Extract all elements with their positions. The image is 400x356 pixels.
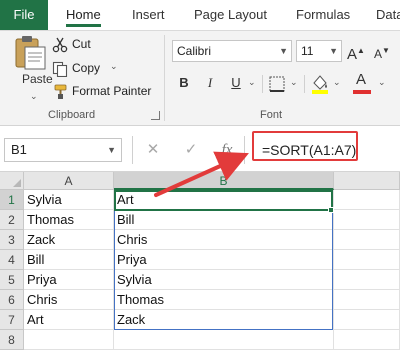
scissors-icon [52,37,68,53]
borders-icon[interactable] [268,75,286,93]
font-size-dropdown[interactable]: 11 ▼ [296,40,342,62]
chevron-down-icon: ▼ [107,145,116,155]
fill-handle[interactable] [328,207,334,213]
cell-c3[interactable] [334,230,400,250]
row-header-4[interactable]: 4 [0,250,24,270]
cell-c7[interactable] [334,310,400,330]
insert-function-button[interactable]: fx [216,136,238,164]
cell-a5[interactable]: Priya [24,270,114,290]
paste-label: Paste [22,72,53,86]
decrease-font-size-button[interactable]: A▼ [372,41,392,61]
tab-home[interactable]: Home [66,0,101,30]
decrease-font-icon: A [374,47,383,61]
cell-a7[interactable]: Art [24,310,114,330]
row-header-5[interactable]: 5 [0,270,24,290]
enter-icon[interactable]: ✓ [180,136,202,164]
formula-bar: B1 ▼ ✕ ✓ fx =SORT(A1:A7) [0,126,400,172]
font-name-dropdown[interactable]: Calibri ▼ [172,40,292,62]
tab-insert[interactable]: Insert [132,0,165,30]
column-header-a[interactable]: A [24,172,114,190]
divider [132,136,133,164]
underline-dropdown-icon[interactable]: ⌄ [248,77,256,88]
cell-c5[interactable] [334,270,400,290]
cell-a6[interactable]: Chris [24,290,114,310]
cell-c2[interactable] [334,210,400,230]
active-cell-border [114,190,333,211]
clipboard-dialog-launcher-icon[interactable] [151,111,160,120]
cell-c1[interactable] [334,190,400,210]
tab-file[interactable]: File [0,0,48,30]
cell-a8[interactable] [24,330,114,350]
italic-button[interactable]: I [200,73,220,93]
cancel-icon[interactable]: ✕ [142,136,164,164]
font-size-value: 11 [301,44,314,58]
copy-label: Copy [72,61,101,75]
row-header-3[interactable]: 3 [0,230,24,250]
paste-icon [15,36,46,70]
cell-a3[interactable]: Zack [24,230,114,250]
font-color-button[interactable]: A [352,71,372,95]
font-color-icon: A [356,71,367,88]
spill-range-border [114,190,333,330]
clipboard-group-label: Clipboard [48,109,96,121]
row-header-1[interactable]: 1 [0,190,24,210]
row-header-6[interactable]: 6 [0,290,24,310]
increase-font-size-button[interactable]: A▲ [346,41,366,63]
paste-dropdown-icon[interactable]: ⌄ [30,91,38,102]
copy-button[interactable]: Copy ⌄ [52,59,122,79]
column-header-c[interactable] [334,172,400,190]
fill-color-icon[interactable] [310,73,330,95]
tab-data[interactable]: Data [376,0,400,30]
divider [304,75,305,93]
copy-icon [52,61,68,77]
format-painter-label: Format Painter [72,84,152,98]
cell-a2[interactable]: Thomas [24,210,114,230]
name-box[interactable]: B1 ▼ [4,138,122,162]
font-group-label: Font [260,109,283,121]
ribbon-tab-bar: File Home Insert Page Layout Formulas Da… [0,0,400,30]
cell-b8[interactable] [114,330,334,350]
column-header-b[interactable]: B [114,172,334,190]
ribbon-home: Paste ⌄ Cut Copy ⌄ Format Painter Clipbo… [0,30,400,126]
select-all-button[interactable] [0,172,24,190]
cell-c6[interactable] [334,290,400,310]
cell-a1[interactable]: Sylvia [24,190,114,210]
fill-color-dropdown-icon[interactable]: ⌄ [333,77,341,88]
divider [244,136,245,164]
divider [262,75,263,93]
tab-formulas[interactable]: Formulas [296,0,350,30]
paintbrush-icon [54,84,67,99]
format-painter-button[interactable]: Format Painter [52,82,152,102]
font-name-value: Calibri [177,44,212,58]
font-color-dropdown-icon[interactable]: ⌄ [378,77,386,88]
cut-button[interactable]: Cut [52,35,112,55]
bold-button[interactable]: B [174,73,194,93]
row-header-8[interactable]: 8 [0,330,24,350]
paste-button[interactable]: Paste ⌄ [8,34,53,106]
chevron-down-icon: ▼ [279,46,288,56]
cut-label: Cut [72,37,91,51]
row-header-7[interactable]: 7 [0,310,24,330]
tab-page-layout[interactable]: Page Layout [194,0,267,30]
underline-button[interactable]: U [226,73,246,93]
cell-a4[interactable]: Bill [24,250,114,270]
name-box-value: B1 [11,142,27,157]
cell-c4[interactable] [334,250,400,270]
formula-highlight-box [252,131,358,161]
copy-dropdown-icon[interactable]: ⌄ [110,61,118,72]
increase-font-icon: A [347,46,358,63]
chevron-down-icon: ▼ [329,46,338,56]
font-color-swatch [353,90,371,94]
row-header-2[interactable]: 2 [0,210,24,230]
worksheet-grid: A B 1 Sylvia Art 2 Thomas Bill 3 Zack Ch… [0,172,400,356]
group-separator [164,35,165,121]
borders-dropdown-icon[interactable]: ⌄ [290,77,298,88]
cell-c8[interactable] [334,330,400,350]
